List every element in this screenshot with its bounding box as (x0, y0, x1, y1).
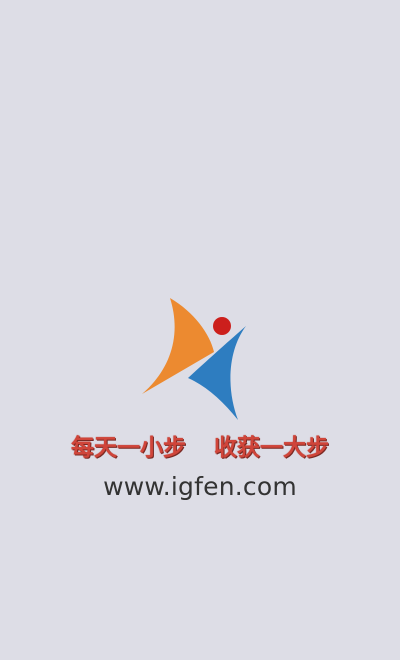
splash-screen: 每天一小步 收获一大步 www.igfen.com (0, 0, 400, 660)
slogan-part-1: 每天一小步 (71, 435, 186, 461)
slogan: 每天一小步 收获一大步 (0, 428, 400, 462)
logo-red-dot (213, 317, 231, 335)
slogan-part-2: 收获一大步 (214, 435, 329, 461)
website-url: www.igfen.com (103, 472, 297, 501)
igfen-logo-icon (142, 298, 246, 420)
